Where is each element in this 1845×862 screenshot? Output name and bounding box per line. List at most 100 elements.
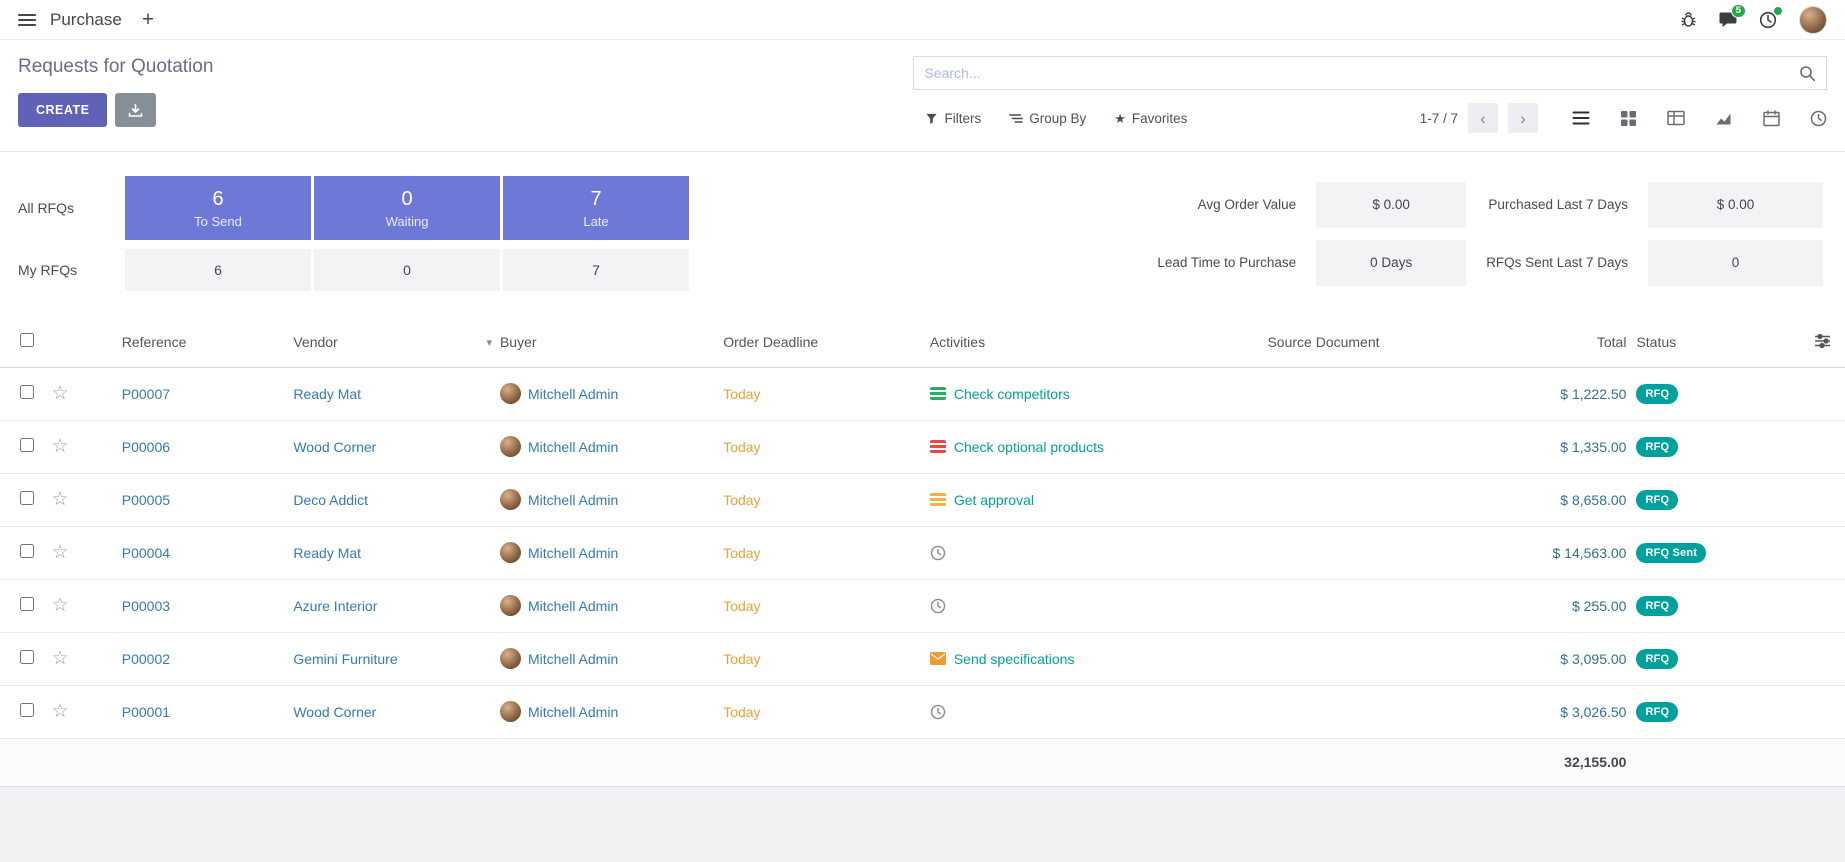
column-header-buyer[interactable]: Buyer: [500, 317, 723, 367]
row-checkbox[interactable]: [20, 491, 34, 505]
favorite-star-icon[interactable]: ☆: [52, 383, 69, 404]
export-button[interactable]: [115, 93, 156, 127]
kpi-rfqs-sent-label: RFQs Sent Last 7 Days: [1486, 255, 1628, 270]
rfq-list: Reference Vendor▾ Buyer Order Deadline A…: [0, 317, 1845, 787]
favorites-button[interactable]: ★ Favorites: [1114, 111, 1187, 126]
row-checkbox[interactable]: [20, 385, 34, 399]
reference-link[interactable]: P00007: [122, 386, 170, 402]
stat-to-send[interactable]: 6 To Send: [125, 176, 311, 240]
reference-link[interactable]: P00002: [122, 651, 170, 667]
vendor-link[interactable]: Gemini Furniture: [293, 651, 397, 667]
kpi-purchased-last-7-days[interactable]: $ 0.00: [1648, 182, 1823, 228]
user-avatar[interactable]: [1799, 6, 1827, 34]
clock-icon[interactable]: [930, 598, 946, 614]
stat-late[interactable]: 7 Late: [503, 176, 689, 240]
envelope-icon[interactable]: [930, 652, 946, 665]
favorite-star-icon[interactable]: ☆: [52, 648, 69, 669]
row-checkbox[interactable]: [20, 597, 34, 611]
row-checkbox[interactable]: [20, 650, 34, 664]
favorite-star-icon[interactable]: ☆: [52, 489, 69, 510]
table-row[interactable]: ☆ P00007 Ready Mat Mitchell Admin Today …: [0, 367, 1845, 420]
clock-icon[interactable]: [930, 704, 946, 720]
group-by-button[interactable]: Group By: [1009, 111, 1086, 126]
buyer-link[interactable]: Mitchell Admin: [528, 651, 618, 667]
kpi-lead-time[interactable]: 0 Days: [1316, 240, 1466, 286]
buyer-link[interactable]: Mitchell Admin: [528, 439, 618, 455]
filters-button[interactable]: Filters: [925, 111, 981, 126]
messages-icon[interactable]: 5: [1719, 11, 1737, 28]
bug-icon[interactable]: [1680, 11, 1697, 28]
vendor-link[interactable]: Deco Addict: [293, 492, 368, 508]
plus-icon[interactable]: +: [142, 9, 154, 30]
reference-link[interactable]: P00006: [122, 439, 170, 455]
tasks-green-icon[interactable]: [930, 387, 946, 400]
kpi-rfqs-sent[interactable]: 0: [1648, 240, 1823, 286]
vendor-link[interactable]: Azure Interior: [293, 598, 377, 614]
vendor-link[interactable]: Wood Corner: [293, 439, 376, 455]
my-waiting[interactable]: 0: [314, 249, 500, 291]
stat-waiting[interactable]: 0 Waiting: [314, 176, 500, 240]
row-checkbox[interactable]: [20, 438, 34, 452]
activity-label[interactable]: Check competitors: [954, 386, 1070, 402]
favorite-star-icon[interactable]: ☆: [52, 436, 69, 457]
activity-label[interactable]: Send specifications: [954, 651, 1075, 667]
favorite-star-icon[interactable]: ☆: [52, 542, 69, 563]
row-checkbox[interactable]: [20, 544, 34, 558]
activities-clock-icon[interactable]: [1759, 11, 1777, 29]
total-amount: $ 14,563.00: [1552, 545, 1626, 561]
row-checkbox[interactable]: [20, 703, 34, 717]
my-to-send[interactable]: 6: [125, 249, 311, 291]
buyer-link[interactable]: Mitchell Admin: [528, 598, 618, 614]
search-input[interactable]: [924, 65, 1799, 81]
my-late[interactable]: 7: [503, 249, 689, 291]
column-header-status[interactable]: Status: [1636, 317, 1739, 367]
activity-label[interactable]: Get approval: [954, 492, 1034, 508]
create-button[interactable]: CREATE: [18, 93, 107, 127]
vendor-link[interactable]: Ready Mat: [293, 545, 361, 561]
table-row[interactable]: ☆ P00003 Azure Interior Mitchell Admin T…: [0, 579, 1845, 632]
column-header-order-deadline[interactable]: Order Deadline: [723, 317, 930, 367]
calendar-view-icon[interactable]: [1763, 110, 1780, 127]
pivot-view-icon[interactable]: [1667, 110, 1685, 126]
table-row[interactable]: ☆ P00006 Wood Corner Mitchell Admin Toda…: [0, 420, 1845, 473]
favorite-star-icon[interactable]: ☆: [52, 595, 69, 616]
buyer-link[interactable]: Mitchell Admin: [528, 545, 618, 561]
column-header-activities[interactable]: Activities: [930, 317, 1268, 367]
pager-previous-button[interactable]: ‹: [1468, 103, 1498, 133]
buyer-link[interactable]: Mitchell Admin: [528, 386, 618, 402]
apps-menu-icon[interactable]: [18, 13, 36, 27]
graph-view-icon[interactable]: [1715, 110, 1733, 126]
column-header-source-document[interactable]: Source Document: [1267, 317, 1464, 367]
column-header-reference[interactable]: Reference: [122, 317, 294, 367]
reference-link[interactable]: P00004: [122, 545, 170, 561]
kanban-view-icon[interactable]: [1620, 110, 1637, 127]
pager-next-button[interactable]: ›: [1508, 103, 1538, 133]
table-row[interactable]: ☆ P00005 Deco Addict Mitchell Admin Toda…: [0, 473, 1845, 526]
tasks-red-icon[interactable]: [930, 440, 946, 453]
column-header-vendor[interactable]: Vendor▾: [293, 317, 500, 367]
vendor-link[interactable]: Ready Mat: [293, 386, 361, 402]
reference-link[interactable]: P00003: [122, 598, 170, 614]
vendor-link[interactable]: Wood Corner: [293, 704, 376, 720]
column-header-total[interactable]: Total: [1465, 317, 1637, 367]
source-document-cell: [1267, 473, 1464, 526]
search-icon[interactable]: [1799, 65, 1816, 82]
table-row[interactable]: ☆ P00001 Wood Corner Mitchell Admin Toda…: [0, 685, 1845, 738]
favorite-star-icon[interactable]: ☆: [52, 701, 69, 722]
optional-columns-icon[interactable]: [1814, 333, 1831, 349]
table-row[interactable]: ☆ P00002 Gemini Furniture Mitchell Admin…: [0, 632, 1845, 685]
kpi-avg-order-value[interactable]: $ 0.00: [1316, 182, 1466, 228]
select-all-checkbox[interactable]: [20, 333, 34, 347]
buyer-link[interactable]: Mitchell Admin: [528, 704, 618, 720]
buyer-link[interactable]: Mitchell Admin: [528, 492, 618, 508]
reference-link[interactable]: P00005: [122, 492, 170, 508]
clock-icon[interactable]: [930, 545, 946, 561]
tasks-yellow-icon[interactable]: [930, 493, 946, 506]
table-row[interactable]: ☆ P00004 Ready Mat Mitchell Admin Today …: [0, 526, 1845, 579]
activity-view-icon[interactable]: [1810, 110, 1827, 127]
activity-label[interactable]: Check optional products: [954, 439, 1104, 455]
list-view-icon[interactable]: [1572, 110, 1590, 126]
reference-link[interactable]: P00001: [122, 704, 170, 720]
buyer-avatar: [500, 595, 521, 616]
app-menu-purchase[interactable]: Purchase: [50, 10, 122, 30]
